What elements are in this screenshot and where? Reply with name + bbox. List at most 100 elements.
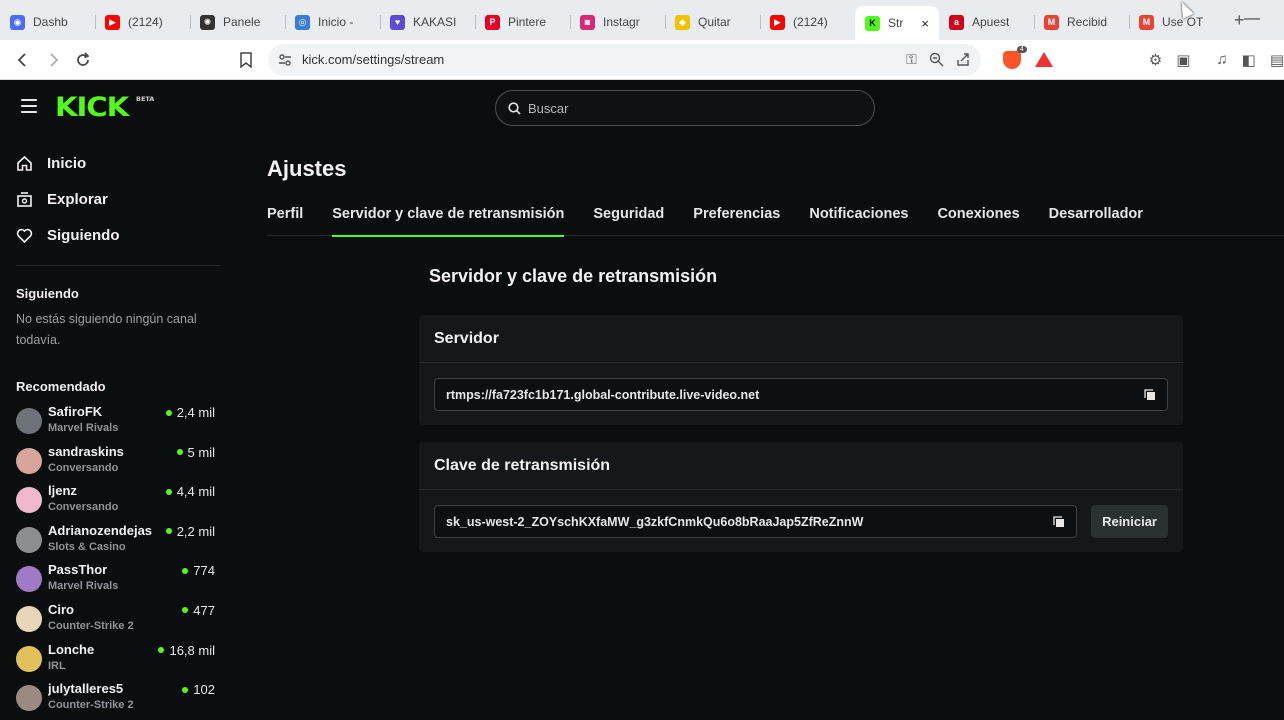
browser-tab[interactable]: ◙ Instagr <box>570 6 665 38</box>
server-card: Servidor <box>419 315 1183 425</box>
tab-title: Panele <box>223 15 261 29</box>
channel-item[interactable]: sandraskins Conversando 5 mil <box>0 444 236 484</box>
channel-item[interactable]: ljenz Conversando 4,4 mil <box>0 483 236 523</box>
channel-category: Marvel Rivals <box>48 580 119 593</box>
browser-tab[interactable]: a Apuest <box>939 6 1034 38</box>
channel-name: PassThor <box>48 562 108 578</box>
browser-tab[interactable]: ◎ Inicio - <box>285 6 380 38</box>
viewer-count-text: 5 mil <box>187 444 215 460</box>
arrow-right-icon <box>50 52 59 67</box>
viewer-count: 5 mil <box>176 444 215 460</box>
server-heading: Servidor <box>419 315 1183 363</box>
kick-logo[interactable]: KICK BETA <box>55 92 154 123</box>
music-icon[interactable]: ♫ <box>1216 51 1227 68</box>
tab-favicon-icon: ◆ <box>675 14 690 30</box>
sidebar: Inicio Explorar Siguiendo Siguiendo No e… <box>0 137 236 720</box>
settings-tab[interactable]: Desarrollador <box>1049 196 1143 236</box>
browser-tab[interactable]: P Pintere <box>475 6 570 38</box>
channel-item[interactable]: Lonche IRL 16,8 mil <box>0 642 236 682</box>
viewer-count: 774 <box>182 563 215 578</box>
bookmark-button[interactable] <box>232 45 260 75</box>
browser-tab[interactable]: ◉ Dashb <box>0 6 95 38</box>
wallet-panel-icon[interactable]: ▤ <box>1270 51 1284 69</box>
settings-tab[interactable]: Perfil <box>267 196 303 236</box>
copy-icon <box>1144 388 1155 400</box>
share-icon[interactable] <box>956 52 971 67</box>
stream-key-card: Clave de retransmisión Reiniciar <box>419 442 1183 552</box>
stream-key-field[interactable] <box>434 505 1078 538</box>
back-button[interactable] <box>8 45 38 75</box>
copy-icon <box>1053 515 1065 527</box>
reset-key-button[interactable]: Reiniciar <box>1091 505 1168 538</box>
browser-tab[interactable]: ▶ (2124) <box>760 6 855 38</box>
channel-name: Lonche <box>48 641 95 657</box>
avatar <box>16 526 42 553</box>
logo-badge: BETA <box>136 96 155 103</box>
browser-tab[interactable]: ♥ KAKASI <box>380 6 475 38</box>
url-text[interactable]: kick.com/settings/stream <box>302 52 896 67</box>
stream-key-input[interactable] <box>446 514 1053 529</box>
browser-tab[interactable]: M Recibid <box>1034 6 1129 38</box>
nav-item-inicio[interactable]: Inicio <box>16 145 236 181</box>
browser-tab[interactable]: M Use OT <box>1129 6 1224 38</box>
live-dot-icon <box>182 686 189 693</box>
browser-tab[interactable]: ◆ Quitar <box>665 6 760 38</box>
tab-title: Str <box>888 16 904 30</box>
live-dot-icon <box>165 488 172 495</box>
tab-title: Dashb <box>33 15 68 29</box>
wallet-icon[interactable]: ▣ <box>1176 51 1190 69</box>
avatar <box>16 487 42 514</box>
channel-item[interactable]: SafiroFK Marvel Rivals 2,4 mil <box>0 404 236 444</box>
avatar <box>16 447 42 474</box>
avatar <box>16 408 42 434</box>
browser-tab[interactable]: ▶ (2124) <box>95 6 190 38</box>
site-settings-icon[interactable] <box>278 53 292 67</box>
new-tab-button[interactable]: + <box>1234 10 1245 31</box>
settings-tab[interactable]: Conexiones <box>937 196 1019 236</box>
zoom-out-icon[interactable] <box>929 52 944 67</box>
brave-rewards-icon[interactable] <box>1034 52 1053 67</box>
key-icon[interactable]: ⚿ <box>906 51 917 68</box>
section-title: Servidor y clave de retransmisión <box>429 266 718 286</box>
avatar <box>16 645 42 672</box>
settings-tab[interactable]: Seguridad <box>593 196 664 236</box>
reload-icon <box>77 51 90 66</box>
avatar <box>16 566 42 593</box>
channel-item[interactable]: Adrianozendejas Slots & Casino 2,2 mil <box>0 523 236 563</box>
nav-item-siguiendo[interactable]: Siguiendo <box>16 217 236 253</box>
extensions-icon[interactable]: ⚙ <box>1149 51 1162 69</box>
copy-key-button[interactable] <box>1052 515 1066 529</box>
browser-tab[interactable]: ✺ Panele <box>190 6 285 38</box>
main-nav: Inicio Explorar Siguiendo <box>0 145 236 253</box>
tab-title: Pintere <box>508 15 547 29</box>
search-input[interactable] <box>528 100 848 116</box>
server-url-field[interactable] <box>434 378 1168 411</box>
tab-title: Instagr <box>603 15 640 29</box>
search-box[interactable] <box>495 90 875 126</box>
settings-tab[interactable]: Servidor y clave de retransmisión <box>332 196 565 237</box>
reload-button[interactable] <box>68 45 98 75</box>
server-url-input[interactable] <box>446 387 1143 402</box>
copy-server-button[interactable] <box>1143 388 1157 402</box>
channel-name: SafiroFK <box>48 404 103 419</box>
viewer-count-text: 477 <box>193 602 215 618</box>
channel-name: ljenz <box>48 483 77 499</box>
forward-button[interactable] <box>38 45 68 75</box>
settings-tab[interactable]: Notificaciones <box>809 196 908 236</box>
browser-toolbar: kick.com/settings/stream ⚿ 4 ⚙ ▣ ♫ ◧ ▤ <box>0 40 1284 80</box>
live-dot-icon <box>158 647 165 654</box>
browser-tab[interactable]: K Str × <box>855 6 939 40</box>
channel-item[interactable]: Ciro Counter-Strike 2 477 <box>0 602 236 642</box>
tab-close-icon[interactable]: × <box>921 16 929 31</box>
menu-icon[interactable] <box>21 99 37 113</box>
following-empty-message: No estás siguiendo ningún canal todavía. <box>16 312 197 347</box>
channel-item[interactable]: PassThor Marvel Rivals 774 <box>0 562 236 602</box>
address-bar[interactable]: kick.com/settings/stream ⚿ <box>267 43 981 76</box>
settings-tabs: Perfil Servidor y clave de retransmisión S… <box>267 196 1284 237</box>
window-minimize-button[interactable]: — <box>1244 10 1260 28</box>
channel-item[interactable]: julytalleres5 Counter-Strike 2 102 <box>0 681 236 720</box>
nav-item-explorar[interactable]: Explorar <box>16 181 236 217</box>
sidebar-toggle-icon[interactable]: ◧ <box>1242 51 1256 69</box>
settings-tab[interactable]: Preferencias <box>693 196 780 236</box>
brave-shield-icon[interactable]: 4 <box>1002 45 1027 69</box>
